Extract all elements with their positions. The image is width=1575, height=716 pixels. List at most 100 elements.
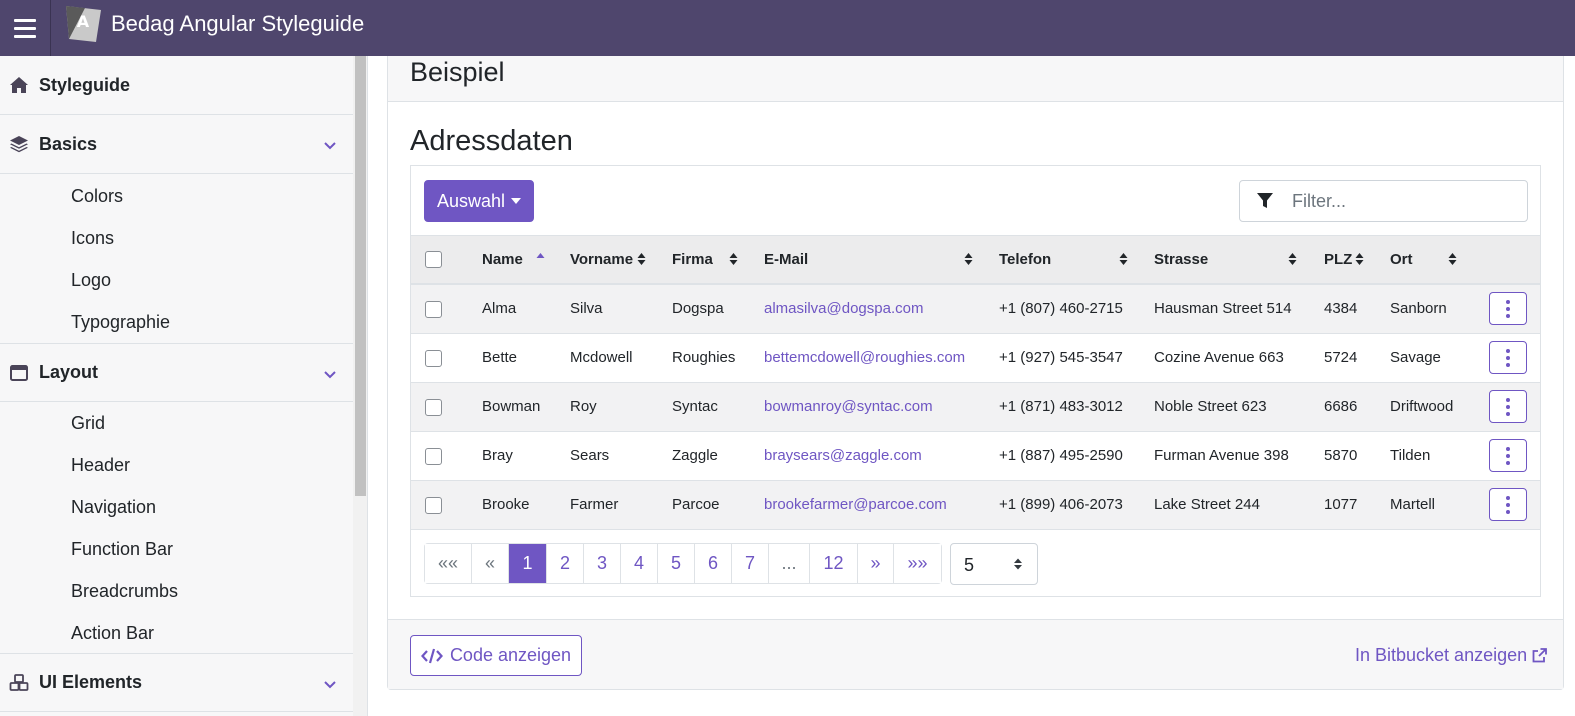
sidebar-section-label: Layout (39, 362, 99, 382)
page-button[interactable]: 7 (732, 544, 769, 583)
sidebar-item-logo[interactable]: Logo (71, 270, 111, 291)
layers-icon (10, 136, 28, 153)
row-checkbox[interactable] (425, 399, 442, 416)
page-button[interactable]: 3 (584, 544, 621, 583)
column-header-name[interactable]: Name (482, 251, 523, 268)
column-header-strasse[interactable]: Strasse (1154, 251, 1208, 268)
kebab-icon (1506, 446, 1510, 451)
table-row[interactable]: Bowman Roy Syntac bowmanroy@syntac.com +… (411, 383, 1540, 432)
sort-icon[interactable] (729, 252, 738, 266)
row-checkbox[interactable] (425, 301, 442, 318)
sidebar-item-styleguide[interactable]: Styleguide (0, 56, 353, 115)
sidebar-item-grid[interactable]: Grid (71, 413, 105, 434)
sidebar-item-navigation[interactable]: Navigation (71, 497, 156, 518)
row-checkbox[interactable] (425, 448, 442, 465)
filter-input[interactable] (1284, 181, 1519, 221)
menu-toggle-button[interactable] (0, 0, 51, 56)
row-actions-button[interactable] (1489, 390, 1527, 423)
logo-letter: A (77, 12, 90, 31)
selection-dropdown-button[interactable]: Auswahl (424, 180, 534, 222)
cell-email-link[interactable]: braysears@zaggle.com (764, 447, 922, 464)
select-all-checkbox[interactable] (425, 251, 442, 268)
table-row[interactable]: Bray Sears Zaggle braysears@zaggle.com +… (411, 432, 1540, 481)
sidebar-item-action-bar[interactable]: Action Bar (71, 623, 154, 644)
cell-ort: Tilden (1390, 447, 1431, 464)
page-last-button[interactable]: »» (894, 544, 941, 583)
cubes-icon (9, 674, 29, 691)
sidebar-item-basics[interactable]: Basics (0, 115, 353, 174)
cell-strasse: Noble Street 623 (1154, 398, 1267, 415)
scrollbar-thumb[interactable] (355, 56, 366, 496)
filter-field[interactable] (1239, 180, 1528, 222)
cell-email-link[interactable]: bowmanroy@syntac.com (764, 398, 933, 415)
column-header-plz[interactable]: PLZ (1324, 251, 1352, 268)
page-size-select[interactable]: 5 (950, 543, 1038, 585)
page-size-value: 5 (964, 555, 975, 575)
select-caret-icon (1014, 558, 1022, 570)
cell-firma: Dogspa (672, 300, 724, 317)
page-prev-button[interactable]: « (472, 544, 509, 583)
page-button[interactable]: 6 (695, 544, 732, 583)
page-button[interactable]: 5 (658, 544, 695, 583)
cell-name: Bray (482, 447, 513, 464)
sidebar-item-icons[interactable]: Icons (71, 228, 114, 249)
angular-logo-icon: A (66, 6, 101, 42)
sidebar-item-function-bar[interactable]: Function Bar (71, 539, 173, 560)
bitbucket-link[interactable]: In Bitbucket anzeigen (1355, 645, 1548, 666)
row-actions-button[interactable] (1489, 488, 1527, 521)
row-checkbox[interactable] (425, 350, 442, 367)
page-next-button[interactable]: » (858, 544, 894, 583)
row-checkbox[interactable] (425, 497, 442, 514)
page-ellipsis: ... (769, 544, 810, 583)
show-code-button[interactable]: Code anzeigen (410, 635, 582, 676)
sort-icon[interactable] (637, 252, 646, 266)
cell-name: Brooke (482, 496, 530, 513)
sort-icon[interactable] (964, 252, 973, 266)
cell-vorname: Silva (570, 300, 603, 317)
row-actions-button[interactable] (1489, 292, 1527, 325)
chevron-down-icon (324, 371, 336, 379)
cell-firma: Roughies (672, 349, 736, 366)
sidebar-item-header[interactable]: Header (71, 455, 130, 476)
column-header-vorname[interactable]: Vorname (570, 251, 633, 268)
sidebar-item-typographie[interactable]: Typographie (71, 312, 170, 333)
sidebar-item-breadcrumbs[interactable]: Breadcrumbs (71, 581, 178, 602)
card-header: Beispiel (388, 56, 1563, 102)
cell-name: Bette (482, 349, 518, 366)
row-actions-button[interactable] (1489, 341, 1527, 374)
cell-strasse: Furman Avenue 398 (1154, 447, 1289, 464)
table-row[interactable]: Brooke Farmer Parcoe brookefarmer@parcoe… (411, 481, 1540, 530)
page-button-active[interactable]: 1 (509, 544, 547, 583)
sort-icon[interactable] (1119, 252, 1128, 266)
kebab-icon (1506, 397, 1510, 402)
column-header-email[interactable]: E-Mail (764, 251, 808, 268)
row-actions-button[interactable] (1489, 439, 1527, 472)
cell-email-link[interactable]: brookefarmer@parcoe.com (764, 496, 947, 513)
sort-icon[interactable] (1288, 252, 1297, 266)
sort-asc-icon[interactable] (536, 252, 545, 266)
cell-ort: Savage (1390, 349, 1441, 366)
page-button[interactable]: 4 (621, 544, 658, 583)
table-row[interactable]: Bette Mcdowell Roughies bettemcdowell@ro… (411, 334, 1540, 383)
sidebar-item-ui-elements[interactable]: UI Elements (0, 653, 353, 712)
kebab-icon (1506, 348, 1510, 353)
sort-icon[interactable] (1355, 252, 1364, 266)
example-card: Beispiel Adressdaten Auswahl Name Vornam… (387, 56, 1564, 690)
sidebar-item-layout[interactable]: Layout (0, 343, 353, 402)
cell-email-link[interactable]: bettemcdowell@roughies.com (764, 349, 965, 366)
sort-icon[interactable] (1448, 252, 1457, 266)
column-header-firma[interactable]: Firma (672, 251, 713, 268)
cell-plz: 5724 (1324, 349, 1358, 366)
column-header-ort[interactable]: Ort (1390, 251, 1413, 268)
page-button[interactable]: 12 (810, 544, 858, 583)
chevron-down-icon (324, 681, 336, 689)
cell-email-link[interactable]: almasilva@dogspa.com (764, 300, 923, 317)
sidebar: Styleguide Basics Colors Icons Logo Typo… (0, 56, 368, 716)
table-row[interactable]: Alma Silva Dogspa almasilva@dogspa.com +… (411, 285, 1540, 334)
page-first-button[interactable]: «« (425, 544, 472, 583)
caret-down-icon (511, 198, 522, 204)
page-button[interactable]: 2 (547, 544, 584, 583)
sidebar-scrollbar[interactable] (353, 56, 367, 716)
sidebar-item-colors[interactable]: Colors (71, 186, 123, 207)
column-header-telefon[interactable]: Telefon (999, 251, 1051, 268)
